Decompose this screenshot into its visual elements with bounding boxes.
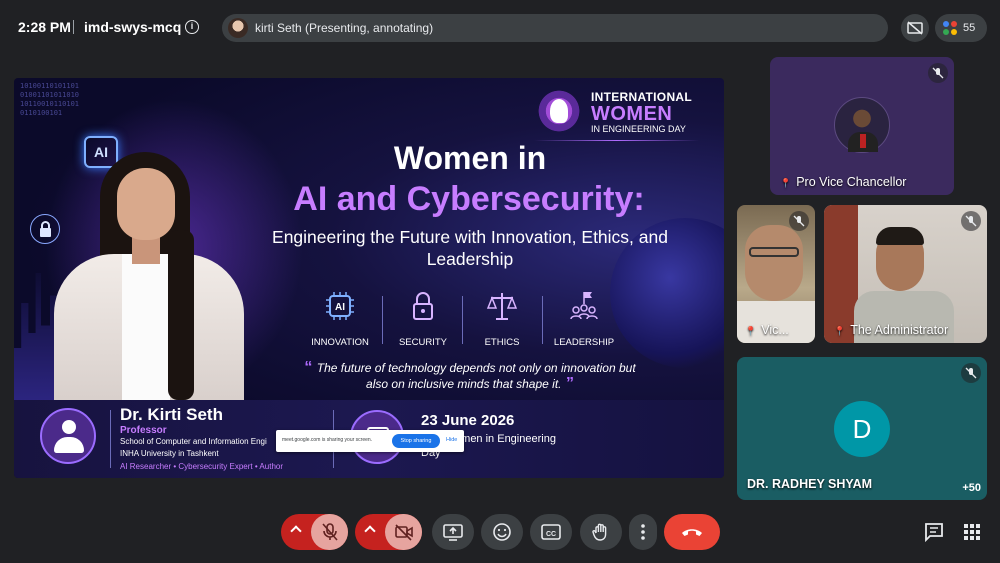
participant-name: 📍 Vic... [745, 323, 789, 337]
speaker-school: School of Computer and Information Engi [120, 437, 267, 446]
mic-off-icon [928, 63, 948, 83]
camera-control [355, 514, 422, 550]
participants-button[interactable]: 55 [935, 14, 987, 42]
microphone-control [281, 514, 348, 550]
meeting-code: imd-swys-mcq [84, 19, 182, 35]
hand-icon [592, 523, 607, 541]
camera-off-icon [395, 524, 413, 541]
captions-button[interactable]: CC [530, 514, 572, 550]
speaker-photo [44, 150, 244, 404]
scales-icon [486, 293, 518, 320]
pillar-ethics: ETHICS [462, 288, 542, 348]
more-options-button[interactable] [629, 514, 657, 550]
leave-call-button[interactable] [664, 514, 720, 550]
badge-line-1: INTERNATIONAL [591, 90, 693, 104]
hide-link[interactable]: Hide [446, 437, 457, 443]
participant-tile-vic[interactable]: 📍 Vic... [737, 205, 815, 343]
more-vert-icon [641, 524, 645, 540]
stop-presenting-button[interactable] [901, 14, 929, 42]
pillar-label: LEADERSHIP [553, 337, 615, 348]
speaker-name: Dr. Kirti Seth [120, 405, 223, 424]
pillar-leadership: LEADERSHIP [544, 288, 624, 348]
stop-sharing-button[interactable]: Stop sharing [392, 434, 440, 448]
quote-text: The future of technology depends not onl… [316, 361, 636, 391]
present-screen-button[interactable] [432, 514, 474, 550]
glasses [749, 247, 799, 257]
mic-off-icon [789, 211, 809, 231]
leadership-icon [570, 292, 598, 320]
ai-chip-icon: AI [326, 292, 354, 320]
pillar-label: ETHICS [484, 337, 520, 348]
avatar [228, 18, 248, 38]
shared-screen-slide: 1010011010110101001101011010101100101101… [14, 78, 724, 478]
slide-title-line-2: AI and Cybersecurity: [293, 180, 645, 218]
participant-tile-administrator[interactable]: 📍 The Administrator [824, 205, 987, 343]
pillar-innovation: AI INNOVATION [300, 288, 380, 348]
divider [542, 296, 543, 344]
mic-toggle-button[interactable] [311, 514, 348, 550]
svg-text:CC: CC [546, 531, 556, 538]
chat-icon [925, 523, 943, 543]
pillar-label: SECURITY [398, 337, 448, 348]
slide-subtitle: Engineering the Future with Innovation, … [272, 227, 668, 269]
pin-icon: 📍 [745, 326, 757, 336]
screen-share-notice: meet.google.com is sharing your screen. … [276, 430, 464, 452]
badge-line-2: WOMEN [591, 103, 673, 125]
person-icon [40, 408, 96, 464]
lock-icon [413, 292, 433, 320]
raise-hand-button[interactable] [580, 514, 622, 550]
participant-tile-pro-vice-chancellor[interactable]: 📍 Pro Vice Chancellor [770, 57, 954, 195]
speaker-role: Professor [120, 425, 167, 436]
avatar [834, 97, 890, 153]
participant-name: 📍 Pro Vice Chancellor [780, 175, 907, 189]
svg-text:AI: AI [335, 302, 345, 313]
iwe-logo [536, 88, 582, 134]
captions-icon: CC [541, 524, 561, 540]
avatar: D [834, 401, 890, 457]
chat-button[interactable] [922, 520, 946, 544]
slide-quote: “ The future of technology depends not o… [300, 360, 640, 392]
more-participants-count[interactable]: +50 [962, 482, 981, 494]
participant-name: DR. RADHEY SHYAM [747, 477, 873, 491]
participant-video [745, 225, 803, 301]
reactions-button[interactable] [481, 514, 523, 550]
video-settings-chevron-icon[interactable] [355, 514, 385, 550]
screen-off-icon [907, 21, 923, 35]
mic-off-icon [961, 363, 981, 383]
presenter-indicator[interactable]: kirti Seth (Presenting, annotating) [222, 14, 888, 42]
speaker-university: INHA University in Tashkent [120, 449, 219, 458]
camera-toggle-button[interactable] [385, 514, 422, 550]
emoji-icon [493, 523, 511, 541]
event-date: 23 June 2026 [421, 412, 515, 429]
info-icon[interactable]: i [185, 20, 199, 34]
mic-off-icon [961, 211, 981, 231]
clock-time: 2:28 PM [18, 19, 71, 35]
end-call-icon [682, 529, 702, 536]
presenter-label: kirti Seth (Presenting, annotating) [255, 21, 434, 35]
binary-text: 1010011010110101001101011010101100101101… [20, 82, 80, 117]
audio-settings-chevron-icon[interactable] [281, 514, 311, 550]
open-quote-icon: “ [304, 359, 317, 376]
divider [73, 20, 74, 34]
speaker-tags: AI Researcher • Cybersecurity Expert • A… [120, 462, 283, 471]
mic-off-icon [322, 523, 338, 541]
participant-name: 📍 The Administrator [834, 323, 949, 337]
people-icon [943, 21, 957, 35]
activities-button[interactable] [960, 520, 984, 544]
badge-line-3: IN ENGINEERING DAY [591, 124, 686, 134]
divider [110, 410, 111, 468]
pillar-label: INNOVATION [311, 337, 369, 348]
slide-title-line-1: Women in [393, 140, 547, 176]
pillar-security: SECURITY [383, 288, 463, 348]
grid-icon [964, 524, 980, 540]
share-notice-text: meet.google.com is sharing your screen. [282, 437, 373, 443]
close-quote-icon: ” [561, 375, 574, 392]
pin-icon: 📍 [780, 178, 792, 188]
participant-count: 55 [963, 22, 976, 34]
present-screen-icon [443, 524, 463, 541]
top-bar: 2:28 PM imd-swys-mcq i kirti Seth (Prese… [0, 0, 1000, 56]
pin-icon: 📍 [834, 326, 846, 336]
participant-tile-radhey-shyam[interactable]: D DR. RADHEY SHYAM +50 [737, 357, 987, 500]
